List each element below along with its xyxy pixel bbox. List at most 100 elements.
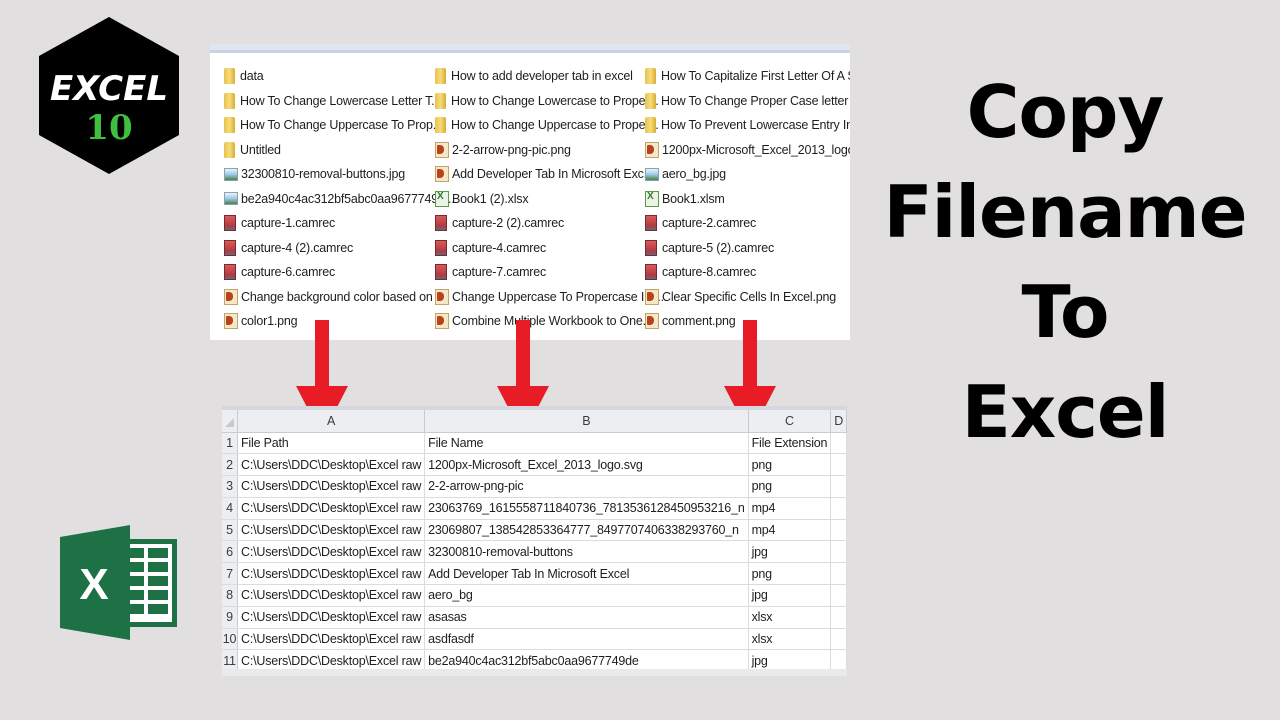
explorer-item[interactable]: How To Capitalize First Letter Of A S... [645,64,850,89]
explorer-item-label: How to Change Uppercase to Proper... [451,118,659,133]
explorer-item[interactable]: Book1.xlsm [645,187,850,212]
cell-a5[interactable]: C:\Users\DDC\Desktop\Excel raw [237,519,426,542]
explorer-item[interactable]: How to Change Lowercase to Proper... [435,89,659,114]
row-header[interactable]: 5 [222,519,238,542]
logo-text-10: 10 [85,108,132,148]
cell-c8[interactable]: jpg [748,584,832,607]
cell-d4[interactable] [830,497,847,520]
cell-b8[interactable]: aero_bg [424,584,749,607]
explorer-item[interactable]: How To Change Uppercase To Prop... [224,113,443,138]
explorer-item[interactable]: How To Change Lowercase Letter T... [224,89,441,114]
cell-d2[interactable] [830,453,847,477]
cell-b5[interactable]: 23069807_138542853364777_849770740633829… [424,519,749,542]
cell-a6[interactable]: C:\Users\DDC\Desktop\Excel raw [237,540,426,564]
explorer-item-label: capture-4.camrec [452,240,547,255]
explorer-item[interactable]: Change background color based on ... [224,285,446,310]
explorer-item[interactable]: How to Change Uppercase to Proper... [435,113,659,138]
camrec-file-icon [645,215,657,232]
explorer-item[interactable]: be2a940c4ac312bf5abc0aa9677749d... [224,187,455,212]
cell-a1[interactable]: File Path [237,432,426,455]
explorer-item[interactable]: Change Uppercase To Propercase In ... [435,285,664,310]
cell-b10[interactable]: asdfasdf [424,628,749,651]
explorer-item-label: How to Change Lowercase to Proper... [451,93,659,108]
explorer-item[interactable]: How To Change Proper Case letter T... [645,89,850,114]
cell-a7[interactable]: C:\Users\DDC\Desktop\Excel raw [237,562,426,586]
cell-a10[interactable]: C:\Users\DDC\Desktop\Excel raw [237,628,426,651]
explorer-item[interactable]: data [224,64,434,89]
cell-d9[interactable] [830,606,847,629]
cell-b7[interactable]: Add Developer Tab In Microsoft Excel [424,562,749,586]
cell-a9[interactable]: C:\Users\DDC\Desktop\Excel raw [237,606,426,629]
cell-b9[interactable]: asasas [424,606,749,629]
cell-c7[interactable]: png [748,562,832,586]
cell-c5[interactable]: mp4 [748,519,832,542]
camrec-file-icon [435,215,447,232]
explorer-item[interactable]: How to add developer tab in excel [435,64,645,89]
row-header[interactable]: 10 [222,628,238,651]
explorer-item[interactable]: capture-8.camrec [645,260,850,285]
cell-c4[interactable]: mp4 [748,497,832,520]
cell-c1[interactable]: File Extension [748,432,832,455]
cell-d6[interactable] [830,540,847,564]
explorer-item[interactable]: How To Prevent Lowercase Entry In ... [645,113,850,138]
png-file-icon [435,313,449,330]
cell-d1[interactable] [830,432,847,455]
explorer-item[interactable]: 1200px-Microsoft_Excel_2013_logo.s... [645,138,850,163]
xlsx-file-icon [645,190,659,207]
column-header-b[interactable]: B [424,410,749,433]
explorer-item[interactable]: capture-2.camrec [645,211,850,236]
cell-b1[interactable]: File Name [424,432,749,455]
sheet-row: 7 C:\Users\DDC\Desktop\Excel raw Add Devel… [222,562,847,586]
cell-d5[interactable] [830,519,847,542]
explorer-item[interactable]: capture-2 (2).camrec [435,211,645,236]
column-header-d[interactable]: D [830,410,847,433]
cell-b4[interactable]: 23063769_1615558711840736_78135361284509… [424,497,749,520]
cell-a8[interactable]: C:\Users\DDC\Desktop\Excel raw [237,584,426,607]
explorer-item[interactable]: Book1 (2).xlsx [435,187,645,212]
explorer-item-label: color1.png [241,314,298,329]
explorer-item[interactable]: Untitled [224,138,434,163]
cell-a2[interactable]: C:\Users\DDC\Desktop\Excel raw [237,453,426,477]
cell-c3[interactable]: png [748,475,832,498]
row-header[interactable]: 4 [222,497,238,520]
row-header[interactable]: 2 [222,453,238,477]
explorer-item[interactable]: capture-5 (2).camrec [645,236,850,261]
cell-a3[interactable]: C:\Users\DDC\Desktop\Excel raw [237,475,426,498]
select-all-corner[interactable] [222,410,238,433]
cell-c2[interactable]: png [748,453,832,477]
cell-c10[interactable]: xlsx [748,628,832,651]
explorer-item[interactable]: aero_bg.jpg [645,162,850,187]
explorer-item-label: capture-2 (2).camrec [452,216,565,231]
column-header-c[interactable]: C [748,410,832,433]
cell-d10[interactable] [830,628,847,651]
folder-icon [224,68,235,85]
cell-d7[interactable] [830,562,847,586]
explorer-item[interactable]: capture-1.camrec [224,211,434,236]
explorer-item[interactable]: capture-4 (2).camrec [224,236,434,261]
cell-d8[interactable] [830,584,847,607]
explorer-item[interactable]: capture-4.camrec [435,236,645,261]
row-header[interactable]: 3 [222,475,238,498]
cell-b3[interactable]: 2-2-arrow-png-pic [424,475,749,498]
column-header-a[interactable]: A [237,410,426,433]
cell-d3[interactable] [830,475,847,498]
explorer-item[interactable]: capture-7.camrec [435,260,645,285]
row-header[interactable]: 1 [222,432,238,455]
cell-c9[interactable]: xlsx [748,606,832,629]
row-header[interactable]: 9 [222,606,238,629]
explorer-item[interactable]: Add Developer Tab In Microsoft Exc... [435,162,654,187]
row-header[interactable]: 8 [222,584,238,607]
row-header[interactable]: 7 [222,562,238,586]
explorer-item-label: capture-2.camrec [662,216,757,231]
cell-c6[interactable]: jpg [748,540,832,564]
cell-b2[interactable]: 1200px-Microsoft_Excel_2013_logo.svg [424,453,749,477]
explorer-item[interactable]: capture-6.camrec [224,260,434,285]
explorer-item[interactable]: 2-2-arrow-png-pic.png [435,138,645,163]
folder-icon [224,141,235,158]
title-line-excel: Excel [961,370,1170,454]
explorer-item[interactable]: Clear Specific Cells In Excel.png [645,285,850,310]
explorer-item[interactable]: 32300810-removal-buttons.jpg [224,162,434,187]
cell-b6[interactable]: 32300810-removal-buttons [424,540,749,564]
row-header[interactable]: 6 [222,540,238,564]
cell-a4[interactable]: C:\Users\DDC\Desktop\Excel raw [237,497,426,520]
